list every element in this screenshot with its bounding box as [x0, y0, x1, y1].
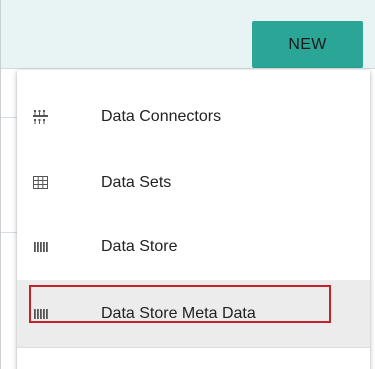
menu-item-label: Data Store Meta Data [101, 305, 256, 322]
menu-item-label: Data Connectors [101, 108, 222, 125]
menu-divider [17, 347, 370, 348]
background-row-divider [1, 232, 17, 233]
menu-item-data-store[interactable]: Data Store [17, 213, 370, 281]
grid-table-icon [31, 173, 51, 193]
menu-item-label: Data Sets [101, 174, 172, 191]
page: NEW Data Connectors Data Sets Data Store… [0, 0, 375, 369]
new-button[interactable]: NEW [252, 21, 363, 68]
barcode-icon [31, 237, 51, 257]
header-bar: NEW [1, 0, 375, 69]
menu-item-data-connectors[interactable]: Data Connectors [17, 83, 370, 151]
menu-item-data-sets[interactable]: Data Sets [17, 149, 370, 217]
background-row-divider [1, 117, 17, 118]
menu-item-label: Data Store [101, 238, 178, 255]
new-dropdown-menu: Data Connectors Data Sets Data Store Dat… [17, 70, 370, 369]
barcode-icon [31, 304, 51, 324]
menu-item-data-store-meta-data[interactable]: Data Store Meta Data [17, 280, 370, 348]
data-connectors-icon [31, 107, 51, 127]
